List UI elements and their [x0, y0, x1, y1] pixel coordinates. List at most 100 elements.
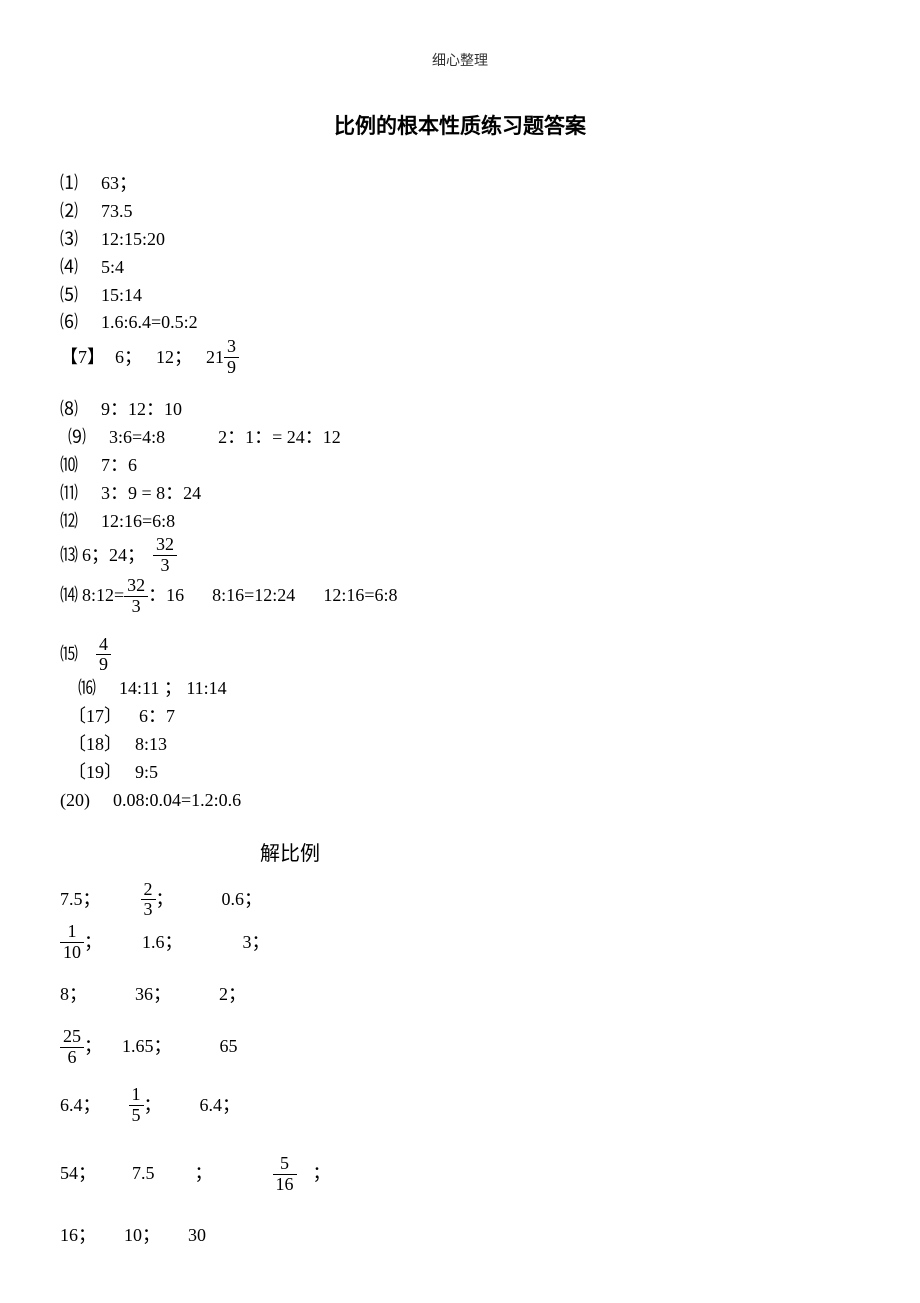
solve-row-6: 54； 7.5 ； 5 16 ； — [60, 1154, 860, 1195]
value: 0.08:0.04=1.2:0.6 — [113, 790, 241, 810]
value-4: 12:16=6:8 — [323, 582, 397, 610]
value-3: 21 — [206, 344, 224, 372]
value: 3：9 = 8：24 — [101, 483, 201, 503]
value-1: 3:6=4:8 — [109, 427, 165, 447]
denominator: 16 — [273, 1175, 297, 1195]
answer-9: ⑼ 3:6=4:8 2：1：= 24：12 — [68, 424, 860, 452]
fraction: 1 10 — [60, 922, 84, 963]
answer-13: ⒀ 6；24； 32 3 — [60, 535, 860, 576]
answer-3: ⑶ 12:15:20 — [60, 226, 860, 254]
fraction: 32 3 — [153, 535, 177, 576]
solve-row-5: 6.4； 1 5 ； 6.4； — [60, 1085, 860, 1126]
label: ⑶ — [60, 229, 78, 249]
label: 〔19〕 — [68, 762, 122, 782]
value: 73.5 — [101, 201, 133, 221]
value-1: 16； — [60, 1222, 96, 1250]
answer-16: ⒃ 14:11 ； 11:14 — [78, 675, 860, 703]
separator: ； — [144, 1092, 162, 1120]
label: ⑴ — [60, 173, 78, 193]
value: 5:4 — [101, 257, 124, 277]
denominator: 6 — [60, 1048, 84, 1068]
numerator: 3 — [224, 337, 239, 358]
label: ⑸ — [60, 285, 78, 305]
solve-row-1: 7.5； 2 3 ； 0.6； — [60, 880, 860, 921]
numerator: 25 — [60, 1027, 84, 1048]
label: ⑼ — [68, 427, 86, 447]
value-3: 30 — [188, 1222, 206, 1250]
fraction: 25 6 — [60, 1027, 84, 1068]
page-title: 比例的根本性质练习题答案 — [60, 110, 860, 140]
denominator: 5 — [129, 1106, 144, 1126]
value-3: 3； — [243, 929, 270, 957]
value-1: 6；24； — [82, 542, 145, 570]
value-2: 7.5 — [132, 1160, 155, 1188]
value-1: 6.4； — [60, 1092, 101, 1120]
value-3: 6.4； — [200, 1092, 241, 1120]
answer-14: ⒁ 8:12= 32 3 ：16 8:16=12:24 12:16=6:8 — [60, 576, 860, 617]
label: ⑿ — [60, 511, 78, 531]
denominator: 9 — [224, 358, 239, 378]
solve-row-7: 16； 10； 30 — [60, 1222, 860, 1250]
value: 14:11 ； 11:14 — [119, 678, 227, 698]
separator-3: ； — [313, 1160, 331, 1188]
label: ⒁ — [60, 582, 78, 610]
label: ⒀ — [60, 542, 78, 570]
value: 9:5 — [135, 762, 158, 782]
label: 【7】 — [60, 344, 105, 372]
value-2: 12； — [156, 344, 192, 372]
separator: ； — [156, 886, 174, 914]
answer-11: ⑾ 3：9 = 8：24 — [60, 480, 860, 508]
label: (20) — [60, 790, 90, 810]
value: 1.6:6.4=0.5:2 — [101, 312, 198, 332]
label: ⑾ — [60, 483, 78, 503]
solve-row-4: 25 6 ； 1.65； 65 — [60, 1027, 860, 1068]
answer-5: ⑸ 15:14 — [60, 282, 860, 310]
value: 63； — [101, 173, 137, 193]
label: ⑷ — [60, 257, 78, 277]
answer-4: ⑷ 5:4 — [60, 254, 860, 282]
denominator: 9 — [96, 655, 111, 675]
label: ⑹ — [60, 312, 78, 332]
answer-18: 〔18〕 8:13 — [68, 731, 860, 759]
value-2: 1.65； — [122, 1033, 172, 1061]
value-3: 8:16=12:24 — [212, 582, 295, 610]
value-1: 6； — [115, 344, 142, 372]
answer-12: ⑿ 12:16=6:8 — [60, 508, 860, 536]
answer-6: ⑹ 1.6:6.4=0.5:2 — [60, 309, 860, 337]
answer-17: 〔17〕 6：7 — [68, 703, 860, 731]
value: 7：6 — [101, 455, 137, 475]
fraction: 4 9 — [96, 635, 111, 676]
fraction: 2 3 — [141, 880, 156, 921]
separator: ； — [84, 1033, 102, 1061]
answer-15: ⒂ 4 9 — [60, 635, 860, 676]
answer-20: (20) 0.08:0.04=1.2:0.6 — [60, 787, 860, 815]
value-2: 1.6； — [142, 929, 183, 957]
value-1: 8； — [60, 981, 87, 1009]
value: 6：7 — [139, 706, 175, 726]
value: 12:15:20 — [101, 229, 165, 249]
fraction: 3 9 — [224, 337, 239, 378]
value-2: ：16 — [148, 582, 184, 610]
answer-7: 【7】 6； 12； 21 3 9 — [60, 337, 860, 378]
answer-2: ⑵ 73.5 — [60, 198, 860, 226]
value: 8:13 — [135, 734, 167, 754]
fraction: 32 3 — [124, 576, 148, 617]
label: ⑻ — [60, 399, 78, 419]
denominator: 10 — [60, 943, 84, 963]
denominator: 3 — [124, 597, 148, 617]
numerator: 32 — [153, 535, 177, 556]
value-3: 65 — [220, 1033, 238, 1061]
answer-10: ⑽ 7：6 — [60, 452, 860, 480]
label: ⒃ — [78, 678, 96, 698]
denominator: 3 — [153, 556, 177, 576]
page-header: 细心整理 — [60, 50, 860, 70]
value-2: 2：1：= 24：12 — [218, 427, 341, 447]
value-3: 0.6； — [222, 886, 263, 914]
value: 12:16=6:8 — [101, 511, 175, 531]
value-1: 8:12= — [82, 582, 124, 610]
fraction: 5 16 — [273, 1154, 297, 1195]
value-1: 54； — [60, 1160, 96, 1188]
separator: ； — [84, 929, 102, 957]
numerator: 1 — [60, 922, 84, 943]
value: 9：12：10 — [101, 399, 182, 419]
